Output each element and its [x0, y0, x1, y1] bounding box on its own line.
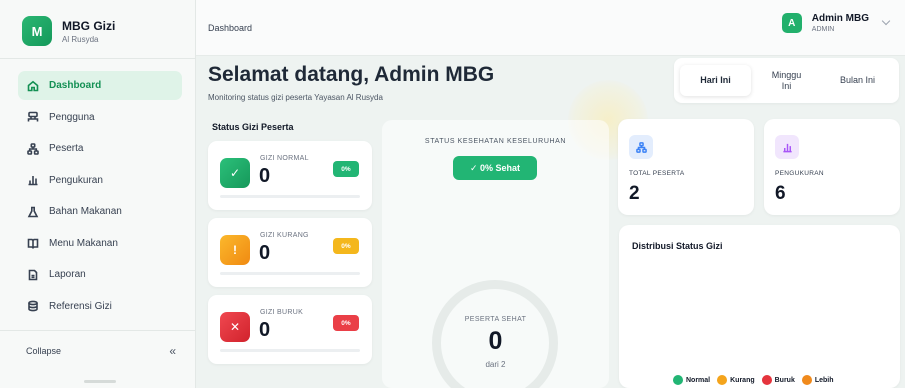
sidebar-item-label: Peserta [49, 143, 84, 154]
user-role: ADMIN [811, 26, 835, 33]
sidebar-item-label: Menu Makanan [49, 237, 118, 249]
bar-chart-icon [26, 173, 40, 187]
page-subtitle: Monitoring status gizi peserta Yayasan A… [208, 93, 383, 102]
status-card-normal[interactable]: ✓ GIZI NORMAL 0 0% [208, 141, 372, 210]
status-card-value: 0 [259, 165, 271, 187]
health-status-pill: ✓ 0% Sehat [453, 156, 537, 180]
legend-item-kurang[interactable]: Kurang [717, 375, 755, 385]
ring-subtext: dari 2 [485, 360, 506, 369]
sidebar-item-peserta[interactable]: Peserta [18, 134, 182, 163]
status-card-kurang[interactable]: ! GIZI KURANG 0 0% [208, 218, 372, 287]
org-chart-icon [26, 142, 40, 156]
avatar: A [781, 13, 802, 33]
period-week-button[interactable]: Minggu Ini [751, 70, 822, 92]
sidebar-item-label: Pengguna [49, 111, 95, 123]
ring-value: 0 [488, 327, 503, 355]
sidebar-scroll-handle [84, 380, 116, 383]
distribution-card: Distribusi Status Gizi Normal Kurang Bur… [619, 225, 900, 388]
sidebar-item-pengguna[interactable]: Pengguna [18, 103, 182, 132]
legend-label: Buruk [774, 376, 795, 384]
legend-dot [761, 375, 772, 385]
total-peserta-card[interactable]: TOTAL PESERTA 2 [618, 119, 754, 215]
legend-dot [717, 375, 728, 385]
distribution-title: Distribusi Status Gizi [632, 241, 723, 251]
status-progress-bar [220, 272, 360, 275]
breadcrumb: Dashboard [208, 23, 253, 33]
sidebar-item-label: Dashboard [49, 80, 102, 91]
collapse-button[interactable]: Collapse « [26, 344, 176, 358]
user-menu[interactable]: A Admin MBG ADMIN [781, 13, 891, 33]
bar-chart-icon [775, 135, 799, 159]
org-chart-icon [629, 135, 653, 159]
status-badge: 0% [333, 238, 359, 254]
sidebar-item-label: Referensi Gizi [49, 300, 112, 312]
period-week-label: Minggu Ini [771, 69, 802, 91]
status-badge: 0% [333, 161, 359, 177]
book-icon [26, 236, 40, 250]
sidebar: M MBG Gizi Al Rusyda Dashboard Pengguna … [0, 0, 196, 388]
brand-name: MBG Gizi [62, 18, 116, 33]
top-header: Dashboard A Admin MBG ADMIN [196, 0, 905, 56]
pengukuran-label: PENGUKURAN [775, 170, 824, 177]
total-peserta-label: TOTAL PESERTA [629, 170, 685, 177]
brand[interactable]: M MBG Gizi Al Rusyda [22, 16, 115, 46]
sidebar-nav: Dashboard Pengguna Peserta Pengukuran Ba… [18, 71, 182, 323]
sidebar-item-label: Bahan Makanan [49, 206, 122, 217]
alert-icon: ! [220, 235, 250, 265]
check-icon: ✓ [220, 158, 250, 188]
period-selector: Hari Ini Minggu Ini Bulan Ini [674, 58, 899, 103]
x-icon: ✕ [220, 312, 250, 342]
page-title: Selamat datang, Admin MBG [208, 63, 495, 86]
status-card-buruk[interactable]: ✕ GIZI BURUK 0 0% [208, 295, 372, 364]
sidebar-item-menu-makanan[interactable]: Menu Makanan [18, 229, 182, 258]
file-icon [26, 268, 40, 282]
sidebar-divider [0, 58, 196, 59]
status-progress-bar [220, 195, 360, 198]
collapse-label: Collapse [26, 346, 62, 356]
legend-label: Lebih [814, 376, 834, 384]
status-badge: 0% [333, 315, 359, 331]
flask-icon [26, 205, 40, 219]
total-peserta-value: 2 [629, 183, 640, 204]
ring-label: PESERTA SEHAT [464, 316, 527, 323]
legend-item-buruk[interactable]: Buruk [761, 375, 795, 385]
sidebar-footer-divider [0, 330, 196, 331]
legend-item-lebih[interactable]: Lebih [801, 375, 834, 385]
status-card-label: GIZI NORMAL [260, 155, 309, 162]
sidebar-item-bahan-makanan[interactable]: Bahan Makanan [18, 197, 182, 226]
status-card-value: 0 [259, 319, 271, 341]
sidebar-item-dashboard[interactable]: Dashboard [18, 71, 182, 100]
status-card-label: GIZI BURUK [260, 309, 304, 316]
database-icon [26, 299, 40, 313]
sidebar-item-referensi-gizi[interactable]: Referensi Gizi [18, 292, 182, 321]
sidebar-item-label: Laporan [49, 269, 86, 280]
sidebar-item-label: Pengukuran [49, 174, 103, 186]
home-icon [26, 79, 40, 93]
legend-item-normal[interactable]: Normal [673, 375, 710, 385]
brand-logo: M [22, 16, 52, 46]
period-today-button[interactable]: Hari Ini [680, 65, 751, 96]
double-chevron-left-icon: « [169, 344, 176, 358]
health-summary-card: STATUS KESEHATAN KESELURUHAN ✓ 0% Sehat … [382, 120, 609, 388]
status-section-label: Status Gizi Peserta [212, 122, 294, 132]
health-label: STATUS KESEHATAN KESELURUHAN [424, 138, 567, 145]
status-card-label: GIZI KURANG [260, 232, 309, 239]
period-month-button[interactable]: Bulan Ini [822, 75, 893, 86]
pengukuran-card[interactable]: PENGUKURAN 6 [764, 119, 900, 215]
status-progress-bar [220, 349, 360, 352]
status-card-value: 0 [259, 242, 271, 264]
sidebar-item-pengukuran[interactable]: Pengukuran [18, 166, 182, 195]
legend-dot [673, 375, 683, 385]
chevron-down-icon [881, 16, 891, 26]
users-icon [26, 110, 40, 124]
pengukuran-value: 6 [775, 183, 786, 204]
user-name: Admin MBG [811, 13, 869, 24]
legend-label: Normal [686, 376, 711, 384]
chart-legend: Normal Kurang Buruk Lebih [673, 375, 841, 385]
sidebar-item-laporan[interactable]: Laporan [18, 260, 182, 289]
brand-subtitle: Al Rusyda [62, 34, 99, 44]
legend-dot [801, 375, 812, 385]
legend-label: Kurang [730, 376, 755, 384]
